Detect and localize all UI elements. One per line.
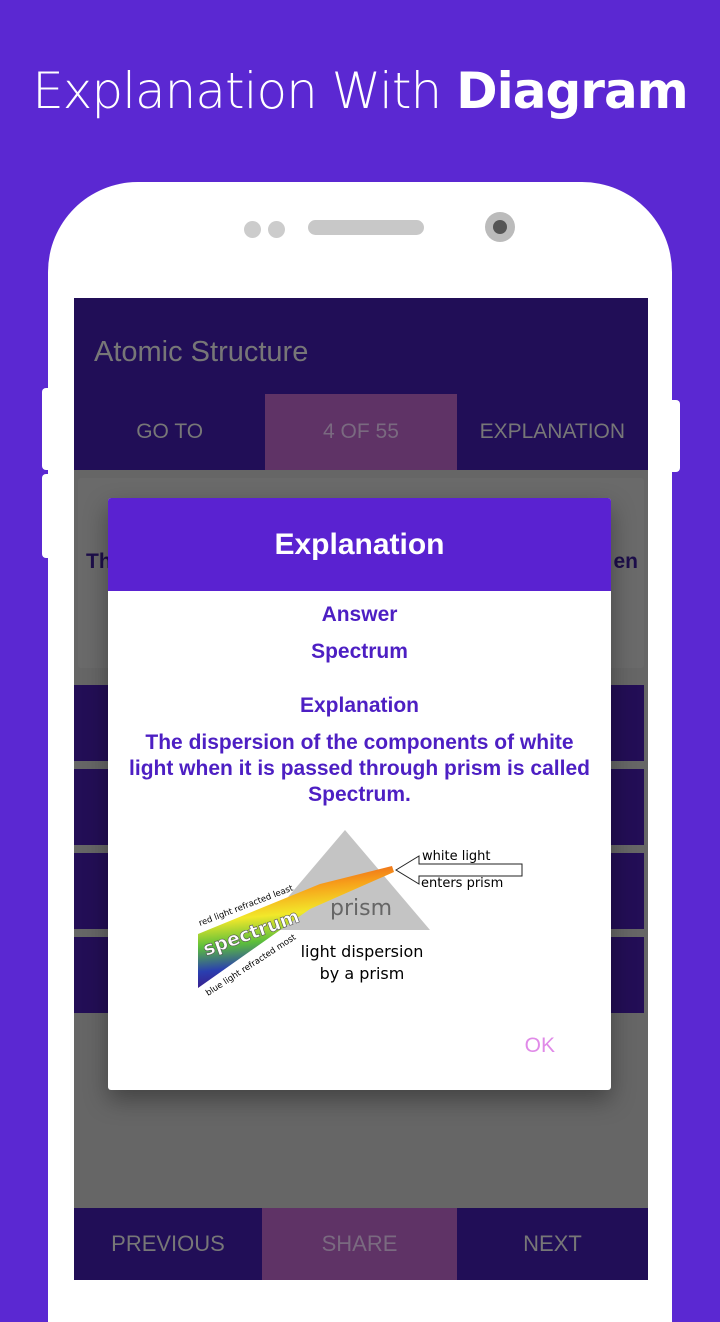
camera-icon (485, 212, 515, 242)
diagram-label: prism (330, 896, 392, 921)
diagram-caption: light dispersion (301, 942, 424, 961)
banner-headline: Explanation With Diagram (32, 62, 689, 120)
explanation-text: The dispersion of the components of whit… (129, 731, 590, 806)
answer-value: Spectrum (311, 640, 408, 663)
dialog-title: Explanation (108, 498, 611, 591)
explanation-label: Explanation (299, 694, 420, 717)
ok-button[interactable]: OK (525, 1034, 555, 1058)
speaker-grille (308, 220, 424, 235)
prism-diagram: white light enters prism prism spectrum … (197, 830, 523, 996)
sensor-dot (268, 221, 285, 238)
diagram-caption: by a prism (320, 964, 405, 983)
share-button[interactable]: SHARE (262, 1208, 457, 1280)
next-button[interactable]: NEXT (457, 1208, 648, 1280)
explanation-dialog: Explanation Answer Spectrum Explanation … (108, 498, 611, 1090)
diagram-label: enters prism (421, 876, 503, 891)
diagram-label: white light (422, 849, 491, 864)
sensor-dot (244, 221, 261, 238)
answer-label: Answer (321, 603, 398, 626)
previous-button[interactable]: PREVIOUS (74, 1208, 262, 1280)
bottom-bar: PREVIOUS SHARE NEXT (74, 1208, 648, 1280)
